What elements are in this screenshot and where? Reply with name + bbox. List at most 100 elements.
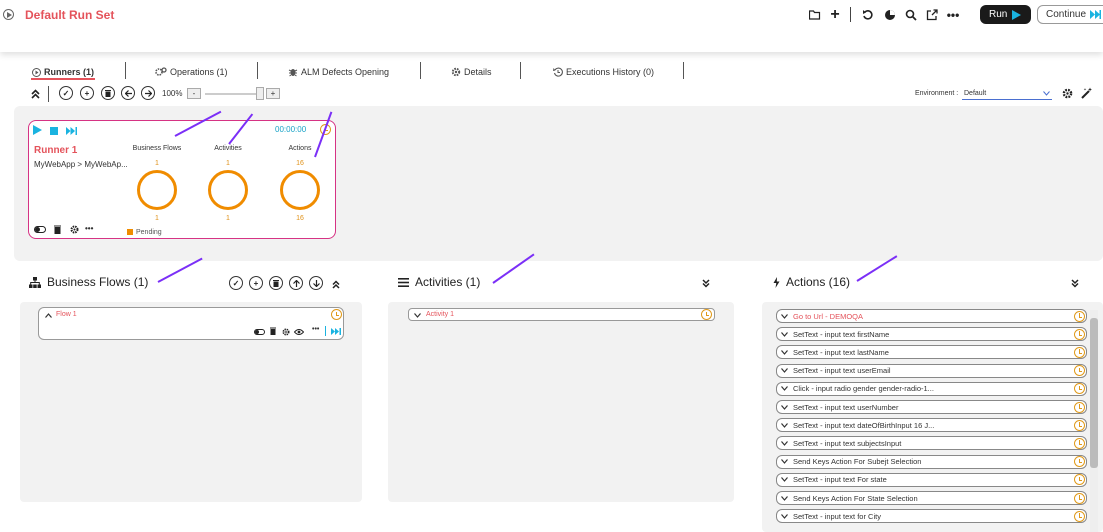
zoom-slider-track[interactable] (205, 93, 261, 95)
chevron-down-icon[interactable] (781, 495, 793, 501)
action-label: SetText - input text userNumber (793, 402, 899, 412)
zoom-out-button[interactable]: - (187, 88, 201, 99)
bf-collapse-icon[interactable] (331, 279, 341, 289)
continue-button[interactable]: Continue (1037, 5, 1103, 24)
flow-fast-forward-icon[interactable] (330, 327, 341, 336)
delete-icon[interactable] (101, 86, 115, 100)
external-link-icon[interactable] (925, 8, 939, 22)
run-set-play-icon[interactable] (3, 9, 14, 20)
environment-label: Environment : (915, 90, 959, 97)
flow-status-clock-icon (331, 309, 343, 320)
activities-expand-icon[interactable] (701, 278, 711, 288)
chevron-down-icon[interactable] (781, 513, 793, 519)
action-item[interactable]: Go to Url - DEMOQA (776, 309, 1087, 323)
continue-button-label: Continue (1046, 9, 1087, 20)
action-item[interactable]: Send Keys Action For Subejt Selection (776, 454, 1087, 469)
actions-expand-icon[interactable] (1070, 278, 1080, 288)
stat-activities-title: Activities (214, 145, 242, 152)
magic-wand-icon[interactable] (1081, 87, 1093, 99)
chevron-down-icon[interactable] (781, 441, 793, 446)
action-status-clock-icon (1074, 383, 1085, 395)
tab-separator (257, 62, 258, 79)
chevron-down-icon[interactable] (781, 331, 793, 337)
zoom-level: 100% (162, 89, 183, 98)
undo-icon[interactable] (861, 8, 875, 22)
action-item[interactable]: SetText - input text lastName (776, 345, 1087, 360)
chevron-down-icon[interactable] (781, 404, 793, 410)
tab-alm-defects[interactable]: ALM Defects Opening (288, 65, 389, 79)
bf-move-up-icon[interactable] (289, 276, 303, 290)
activity-item[interactable] (408, 308, 715, 321)
business-flows-ring (137, 170, 177, 210)
tab-executions-history-label: Executions History (0) (566, 67, 655, 77)
bf-move-down-icon[interactable] (309, 276, 323, 290)
actions-title: Actions (16) (786, 275, 851, 289)
chevron-down-icon[interactable] (781, 350, 793, 355)
flow-settings-icon[interactable] (281, 327, 290, 336)
chevron-down-icon[interactable] (781, 459, 793, 465)
collapse-up-icon[interactable] (29, 88, 41, 100)
tab-operations[interactable]: Operations (1) (155, 65, 228, 79)
bf-check-icon[interactable]: ✓ (229, 276, 243, 290)
toggle-icon[interactable] (34, 225, 46, 233)
zoom-in-button[interactable]: + (266, 88, 280, 99)
stat-business-flows-pending: 1 (155, 215, 159, 222)
tab-runners[interactable]: Runners (1) (32, 65, 94, 79)
action-item[interactable]: SetText - input text userNumber (776, 400, 1087, 414)
chevron-down-icon[interactable] (413, 312, 421, 318)
chevron-down-icon[interactable] (781, 477, 793, 483)
chevron-down-icon[interactable] (781, 386, 793, 392)
business-flow-item[interactable] (38, 307, 344, 340)
folder-open-icon[interactable] (808, 8, 822, 22)
arrow-left-icon[interactable] (121, 86, 135, 100)
flow-view-icon[interactable] (294, 328, 304, 335)
bf-delete-icon[interactable] (269, 276, 283, 290)
tab-executions-history[interactable]: Executions History (0) (553, 65, 654, 79)
action-item[interactable]: SetText - input text dateOfBirthInput 16… (776, 418, 1087, 433)
more-icon[interactable]: ••• (946, 8, 960, 22)
runner-more-icon[interactable]: ••• (85, 224, 93, 233)
add-icon[interactable]: + (828, 6, 842, 23)
run-set-title[interactable]: Default Run Set (25, 8, 114, 22)
chevron-down-icon[interactable] (781, 368, 793, 374)
flow-toggle-icon[interactable] (254, 328, 265, 335)
runner-delete-icon[interactable] (53, 224, 62, 234)
runner-fast-forward-icon[interactable] (66, 126, 77, 135)
add-runner-icon[interactable]: + (80, 86, 94, 100)
list-icon (398, 277, 409, 287)
settings-gear-icon[interactable] (1061, 87, 1073, 99)
action-label: Send Keys Action For Subejt Selection (793, 457, 922, 467)
pie-chart-icon[interactable] (883, 8, 897, 22)
action-item[interactable]: SetText - input text For state (776, 472, 1087, 487)
action-item[interactable]: Click - input radio gender gender-radio-… (776, 381, 1087, 396)
action-status-clock-icon (1074, 456, 1085, 468)
tab-alm-defects-label: ALM Defects Opening (301, 67, 390, 77)
bf-add-icon[interactable]: + (249, 276, 263, 290)
chevron-down-icon[interactable] (781, 313, 793, 319)
action-item[interactable]: SetText - input text userEmail (776, 363, 1087, 378)
search-icon[interactable] (904, 8, 918, 22)
action-item[interactable]: Send Keys Action For State Selection (776, 491, 1087, 505)
action-status-clock-icon (1074, 310, 1085, 322)
environment-select[interactable]: Default (962, 88, 1052, 100)
chevron-up-icon[interactable] (44, 311, 52, 319)
flow-delete-icon[interactable] (269, 327, 276, 335)
check-icon[interactable]: ✓ (59, 86, 73, 100)
actions-scrollbar-thumb[interactable] (1090, 318, 1098, 468)
run-button[interactable]: Run (980, 5, 1031, 24)
play-icon (1012, 9, 1022, 20)
action-item[interactable]: SetText - input text for City (776, 509, 1087, 524)
tab-operations-label: Operations (1) (170, 67, 228, 77)
actions-header: Actions (16) (773, 275, 850, 289)
action-item[interactable]: SetText - input text firstName (776, 327, 1087, 342)
runner-settings-icon[interactable] (69, 224, 79, 234)
chevron-down-icon[interactable] (781, 422, 793, 428)
tab-details[interactable]: Details (451, 65, 492, 79)
action-item[interactable]: SetText - input text subjectsInput (776, 436, 1087, 451)
runner-stop-icon[interactable] (49, 126, 58, 135)
zoom-slider-thumb[interactable] (256, 87, 264, 100)
flow-more-icon[interactable]: ••• (312, 326, 319, 333)
runner-play-icon[interactable] (32, 125, 42, 135)
pending-status-label: Pending (136, 229, 162, 236)
arrow-right-icon[interactable] (141, 86, 155, 100)
